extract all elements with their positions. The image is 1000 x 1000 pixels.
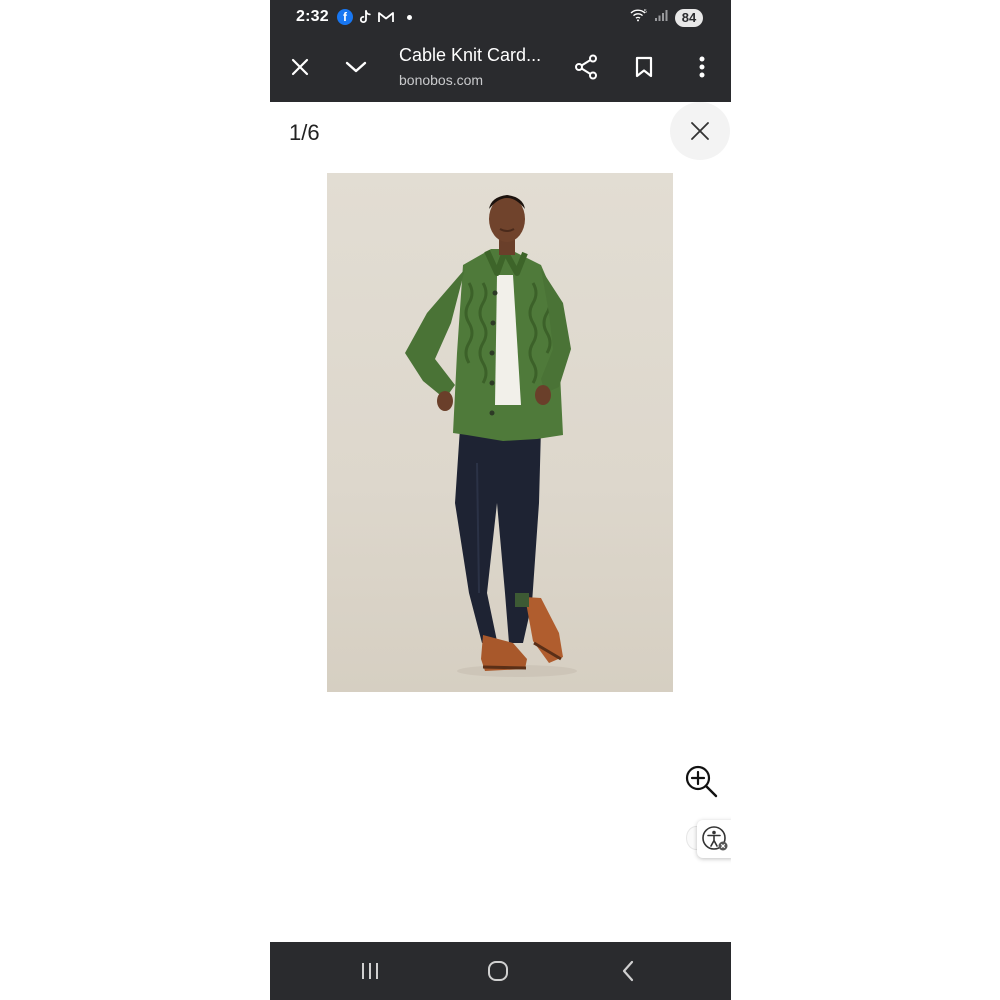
share-icon [575, 54, 597, 80]
close-icon [691, 122, 709, 140]
status-time: 2:32 [296, 8, 329, 25]
chevron-down-icon [345, 61, 367, 73]
battery-indicator: 84 [675, 8, 703, 27]
system-nav-bar [270, 942, 731, 1000]
accessibility-button[interactable] [697, 820, 731, 858]
status-bar: 2:32 f 5 84 [270, 0, 731, 36]
signal-icon [654, 8, 668, 27]
close-icon [291, 58, 309, 76]
gallery-close-button[interactable] [670, 102, 730, 160]
phone-screen: 2:32 f 5 84 Cable Knit Card... bonobos.c… [270, 0, 731, 1000]
product-image[interactable] [327, 173, 673, 692]
close-tab-button[interactable] [282, 49, 318, 85]
top-bar: 2:32 f 5 84 Cable Knit Card... bonobos.c… [270, 0, 731, 102]
bookmark-icon [635, 56, 653, 78]
facebook-icon: f [337, 9, 353, 25]
zoom-in-icon [685, 765, 718, 798]
more-options-button[interactable] [684, 49, 720, 85]
more-vert-icon [699, 56, 705, 78]
recents-icon [362, 963, 378, 979]
notification-icons: f [337, 9, 412, 25]
home-icon [488, 961, 508, 981]
accessibility-icon [702, 826, 728, 851]
gmail-icon [377, 9, 395, 25]
back-icon [622, 960, 634, 982]
page-title[interactable]: Cable Knit Card... [399, 45, 559, 66]
more-notifications-dot [407, 14, 412, 20]
tiktok-icon [357, 9, 373, 25]
page-url[interactable]: bonobos.com [399, 72, 483, 88]
recents-button[interactable] [350, 954, 390, 988]
system-icons: 5 84 [629, 8, 703, 27]
model-illustration [405, 195, 577, 677]
back-button[interactable] [608, 954, 648, 988]
zoom-button[interactable] [681, 761, 721, 801]
image-counter: 1/6 [289, 120, 320, 145]
svg-text:5: 5 [644, 9, 647, 15]
minimize-tab-button[interactable] [338, 49, 374, 85]
wifi-icon: 5 [629, 8, 647, 27]
share-button[interactable] [568, 49, 604, 85]
bookmark-button[interactable] [626, 49, 662, 85]
home-button[interactable] [478, 954, 518, 988]
